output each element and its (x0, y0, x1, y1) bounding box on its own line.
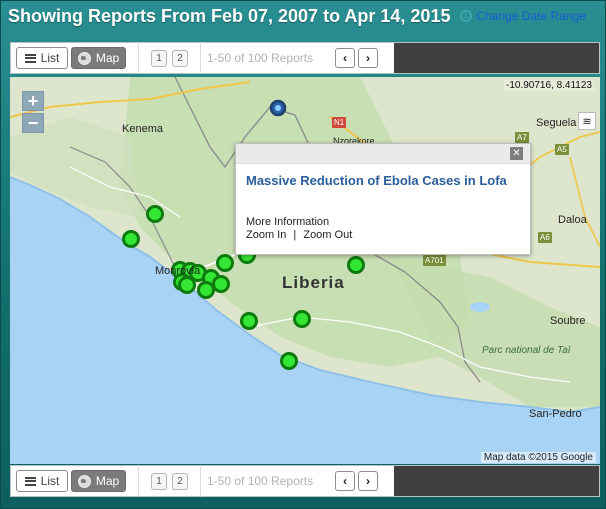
toolbar-divider (200, 42, 201, 74)
change-date-range-label[interactable]: Change Date Range (476, 9, 585, 23)
minus-icon: − (27, 112, 39, 133)
place-label-seguela: Seguela (536, 117, 577, 129)
report-marker[interactable] (216, 254, 234, 272)
zoom-out-button[interactable]: − (22, 113, 44, 133)
road-shield-a6: A6 (538, 232, 552, 243)
report-marker[interactable] (293, 310, 311, 328)
map-view-label: Map (95, 474, 120, 488)
toolbar-filler (394, 43, 599, 73)
place-label-san-pedro: San-Pedro (529, 408, 582, 420)
map-view-button[interactable]: Map (71, 47, 126, 69)
popup-link-separator: | (293, 229, 297, 241)
list-view-label: List (40, 51, 60, 65)
selected-marker-center (275, 105, 281, 111)
list-view-button[interactable]: List (16, 470, 68, 492)
report-count: 1-50 of 100 Reports (207, 51, 314, 65)
road-shield-a7: A7 (515, 132, 529, 143)
report-marker[interactable] (122, 230, 140, 248)
chevron-right-icon: › (366, 51, 370, 65)
coordinate-readout: -10.90716, 8.41123 (503, 80, 594, 91)
globe-icon (77, 51, 91, 65)
report-popup: ✕ Massive Reduction of Ebola Cases in Lo… (235, 143, 531, 255)
pagination: 1 2 (151, 472, 188, 490)
more-information-link[interactable]: More Information (246, 216, 329, 228)
place-label-soubre: Soubre (550, 315, 586, 327)
page-1-button[interactable]: 1 (151, 49, 167, 67)
place-label-daloa: Daloa (558, 214, 587, 226)
page-navigation: ‹ › (335, 471, 378, 491)
zoom-in-button[interactable]: + (22, 91, 44, 111)
layers-icon: ≋ (582, 115, 592, 128)
map-view-label: Map (95, 51, 120, 65)
place-label-tai-park: Parc national de Taï (482, 345, 571, 356)
bottom-toolbar: List Map 1 2 1-50 of 100 Reports ‹ › (10, 465, 600, 497)
plus-icon: + (27, 90, 39, 111)
close-icon[interactable]: ✕ (510, 147, 523, 160)
pagination: 1 2 (151, 49, 188, 67)
top-toolbar: List Map 1 2 1-50 of 100 Reports ‹ › (10, 42, 600, 74)
globe-icon (77, 474, 91, 488)
list-view-button[interactable]: List (16, 47, 68, 69)
page-1-button[interactable]: 1 (151, 472, 167, 490)
page-title: Showing Reports From Feb 07, 2007 to Apr… (8, 5, 451, 26)
report-count: 1-50 of 100 Reports (207, 474, 314, 488)
report-marker[interactable] (240, 312, 258, 330)
toolbar-divider (138, 465, 139, 497)
clock-icon (460, 10, 473, 22)
report-marker[interactable] (146, 205, 164, 223)
report-marker[interactable] (347, 256, 365, 274)
road-shield-a5: A5 (555, 144, 569, 155)
toolbar-filler (394, 466, 599, 496)
page-header: Showing Reports From Feb 07, 2007 to Apr… (8, 2, 600, 30)
map-view-button[interactable]: Map (71, 470, 126, 492)
list-icon (24, 476, 36, 486)
list-icon (24, 53, 36, 63)
place-label-monrovia: Monrovia (155, 265, 201, 277)
change-date-range-link[interactable]: Change Date Range (460, 9, 586, 23)
road-shield-n1: N1 (332, 117, 347, 128)
report-marker[interactable] (212, 275, 230, 293)
prev-page-button[interactable]: ‹ (335, 48, 355, 68)
popup-zoom-out-link[interactable]: Zoom Out (303, 229, 352, 241)
chevron-right-icon: › (366, 474, 370, 488)
road-shield-a701: A701 (423, 255, 446, 266)
popup-header (236, 144, 530, 164)
place-label-kenema: Kenema (122, 123, 163, 135)
toolbar-divider (138, 42, 139, 74)
report-marker[interactable] (280, 352, 298, 370)
chevron-left-icon: ‹ (343, 51, 347, 65)
layers-button[interactable]: ≋ (578, 112, 596, 130)
page-2-button[interactable]: 2 (172, 49, 188, 67)
reports-map[interactable]: + − -10.90716, 8.41123 ≋ Kenema Nzorekor… (10, 77, 600, 464)
chevron-left-icon: ‹ (343, 474, 347, 488)
map-attribution: Map data ©2015 Google (480, 452, 596, 463)
country-label-liberia: Liberia (282, 273, 345, 292)
popup-zoom-links: Zoom In | Zoom Out (246, 229, 352, 241)
page-navigation: ‹ › (335, 48, 378, 68)
popup-report-title[interactable]: Massive Reduction of Ebola Cases in Lofa (246, 173, 516, 189)
toolbar-divider (200, 465, 201, 497)
markers-layer (122, 99, 365, 370)
list-view-label: List (40, 474, 60, 488)
report-marker[interactable] (197, 281, 215, 299)
prev-page-button[interactable]: ‹ (335, 471, 355, 491)
next-page-button[interactable]: › (358, 471, 378, 491)
popup-zoom-in-link[interactable]: Zoom In (246, 229, 286, 241)
next-page-button[interactable]: › (358, 48, 378, 68)
page-2-button[interactable]: 2 (172, 472, 188, 490)
